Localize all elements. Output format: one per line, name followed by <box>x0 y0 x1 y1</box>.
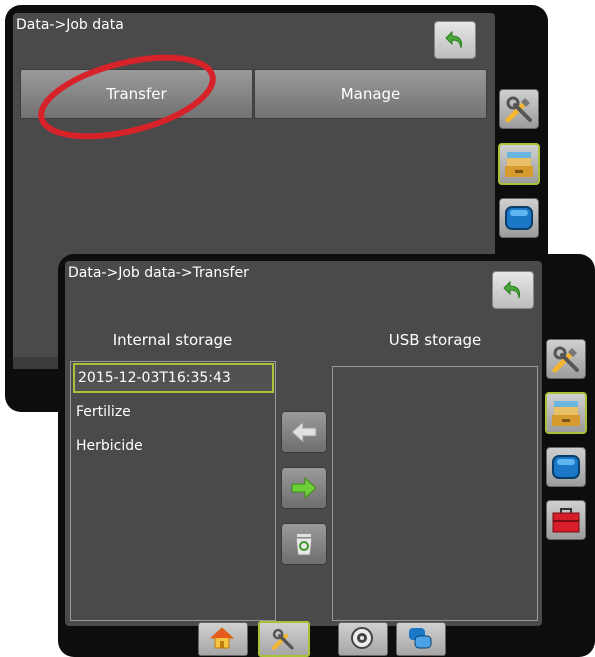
annotation-ellipse <box>38 54 216 140</box>
delete-button[interactable] <box>281 523 327 565</box>
side-tools-button[interactable] <box>546 339 586 379</box>
back-arrow-icon <box>503 280 520 299</box>
copy-to-internal-button[interactable] <box>281 411 327 453</box>
side-tools-button[interactable] <box>499 89 539 129</box>
home-icon <box>209 627 235 649</box>
side-data-button[interactable] <box>545 392 587 434</box>
back-arrow-icon <box>445 30 462 49</box>
internal-storage-list[interactable]: 2015-12-03T16:35:43 Fertilize Herbicide <box>70 361 276 621</box>
bottom-gps-button[interactable] <box>338 622 388 656</box>
list-item[interactable]: 2015-12-03T16:35:43 <box>73 363 274 393</box>
bottom-screens-button[interactable] <box>396 622 446 656</box>
front-console-frame: Data->Job data->Transfer Internal storag… <box>58 254 595 657</box>
screens-icon <box>409 628 432 649</box>
list-item[interactable]: Fertilize <box>73 399 270 425</box>
tab-manage-label: Manage <box>340 85 401 103</box>
arrow-left-icon <box>291 420 317 444</box>
display-icon <box>552 455 580 479</box>
copy-to-usb-button[interactable] <box>281 467 327 509</box>
side-data-button[interactable] <box>498 143 540 185</box>
list-item[interactable]: Herbicide <box>73 433 270 459</box>
display-icon <box>505 206 533 230</box>
usb-storage-list[interactable] <box>332 366 538 621</box>
side-toolbox-button[interactable] <box>546 500 586 540</box>
bottom-home-button[interactable] <box>198 622 248 656</box>
front-screen: Data->Job data->Transfer Internal storag… <box>65 261 542 626</box>
back-screen-title: Data->Job data <box>16 17 124 33</box>
internal-storage-label: Internal storage <box>112 331 233 349</box>
back-button[interactable] <box>434 21 476 59</box>
toolbox-icon <box>552 508 580 533</box>
tools-icon <box>272 628 294 650</box>
front-screen-title: Data->Job data->Transfer <box>68 265 249 281</box>
back-button-transfer[interactable] <box>492 271 534 309</box>
recycle-bin-icon <box>295 534 313 556</box>
side-display-button[interactable] <box>499 198 539 238</box>
gps-icon <box>351 627 373 649</box>
side-display-button[interactable] <box>546 447 586 487</box>
file-drawer-icon <box>552 401 580 426</box>
tools-icon <box>505 96 532 123</box>
tools-icon <box>552 346 579 373</box>
arrow-right-icon <box>291 476 317 500</box>
tab-manage[interactable]: Manage <box>254 69 487 119</box>
file-drawer-icon <box>505 152 533 177</box>
bottom-tools-button[interactable] <box>258 621 310 657</box>
usb-storage-label: USB storage <box>388 331 482 349</box>
